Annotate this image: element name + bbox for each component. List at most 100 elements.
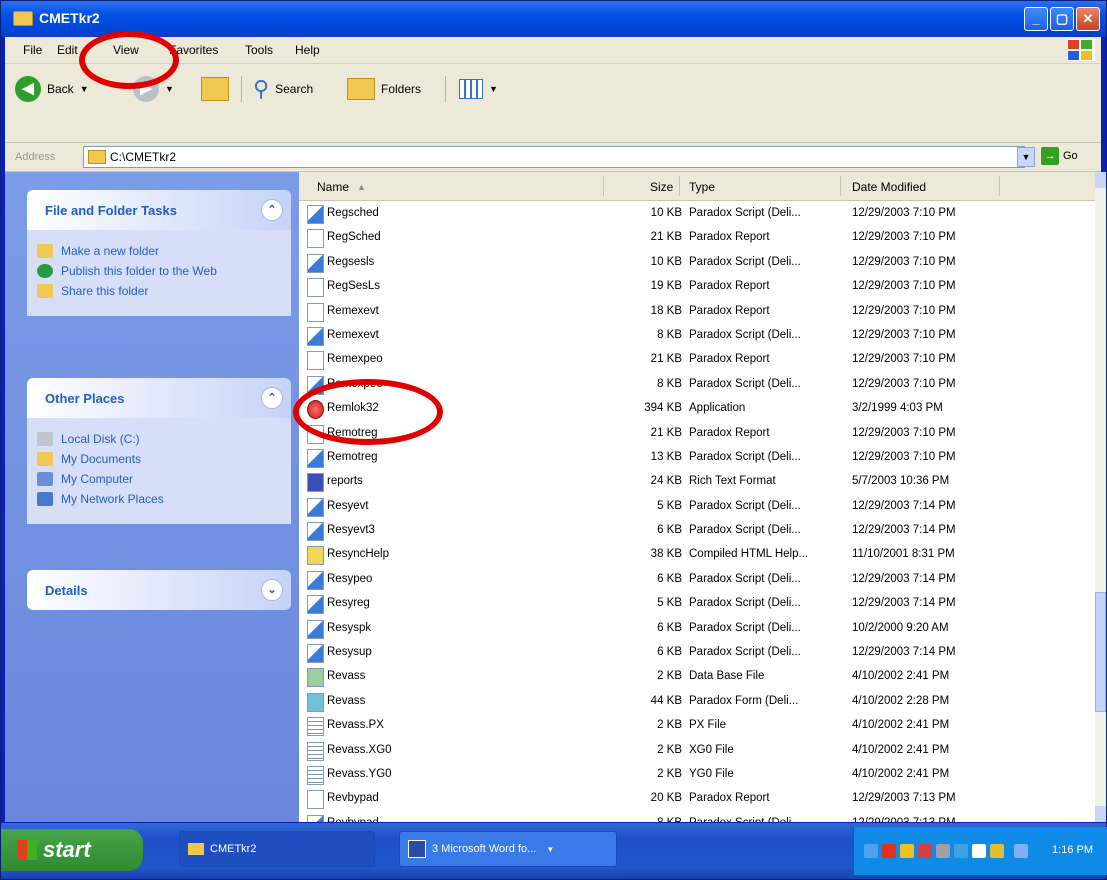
file-row[interactable]: Resysup 6 KB Paradox Script (Deli... 12/29/… — [299, 641, 1095, 665]
back-button[interactable]: ◀ Back ▼ — [15, 74, 89, 104]
file-type: Paradox Script (Deli... — [689, 499, 801, 512]
close-button[interactable]: ✕ — [1076, 7, 1100, 31]
file-row[interactable]: Resyevt 5 KB Paradox Script (Deli... 12/29/… — [299, 495, 1095, 519]
file-type: Paradox Script (Deli... — [689, 817, 801, 822]
file-row[interactable]: Revass.XG0 2 KB XG0 File 4/10/2002 2:41 PM — [299, 739, 1095, 763]
vertical-scrollbar[interactable] — [1095, 172, 1106, 822]
minimize-button[interactable]: _ — [1024, 7, 1048, 31]
file-row[interactable]: Remexevt 18 KB Paradox Report 12/29/2003 7:… — [299, 300, 1095, 324]
file-row[interactable]: Resyevt3 6 KB Paradox Script (Deli... 12/29… — [299, 519, 1095, 543]
file-row[interactable]: Regsched 10 KB Paradox Script (Deli... 12/2… — [299, 202, 1095, 226]
views-button[interactable]: ▼ — [459, 74, 498, 104]
title-bar[interactable]: CMETkr2 _ ▢ ✕ — [1, 1, 1106, 37]
column-header-date[interactable]: Date Modified — [852, 180, 926, 194]
up-folder-button[interactable] — [201, 74, 229, 104]
file-row[interactable]: Remotreg 13 KB Paradox Script (Deli... 12/2… — [299, 446, 1095, 470]
file-type: PX File — [689, 719, 727, 732]
file-type: Paradox Report — [689, 353, 770, 366]
column-header-size[interactable]: Size — [650, 180, 673, 194]
folders-button[interactable]: Folders — [347, 74, 421, 104]
file-row[interactable]: Revbypad 20 KB Paradox Report 12/29/2003 7:… — [299, 787, 1095, 811]
volume-icon[interactable] — [1014, 844, 1028, 858]
address-dropdown-button[interactable]: ▼ — [1017, 147, 1035, 167]
tray-app-icon[interactable] — [936, 844, 950, 858]
expand-icon[interactable]: ⌄ — [261, 579, 283, 601]
report-file-icon — [307, 278, 324, 298]
file-row[interactable]: Remexevt 8 KB Paradox Script (Deli... 12/29… — [299, 324, 1095, 348]
file-date: 4/10/2002 2:41 PM — [852, 743, 950, 756]
search-button[interactable]: ⚲ Search — [253, 74, 313, 104]
column-header-name[interactable]: Name — [317, 180, 349, 194]
taskbar-button-explorer[interactable]: CMETkr2 — [179, 831, 375, 867]
clock[interactable]: 1:16 PM — [1052, 844, 1093, 856]
file-row[interactable]: Revass 2 KB Data Base File 4/10/2002 2:41 P… — [299, 665, 1095, 689]
scroll-down-button[interactable] — [1095, 806, 1106, 822]
scroll-up-button[interactable] — [1095, 172, 1106, 188]
menu-help[interactable]: Help — [295, 43, 320, 57]
file-row[interactable]: Revass.PX 2 KB PX File 4/10/2002 2:41 PM — [299, 714, 1095, 738]
column-divider[interactable] — [840, 176, 841, 196]
scroll-thumb[interactable] — [1095, 592, 1106, 712]
menu-edit[interactable]: Edit — [57, 43, 78, 57]
panel-header[interactable]: Other Places ⌃ — [27, 378, 291, 418]
file-date: 12/29/2003 7:10 PM — [852, 207, 956, 219]
file-row[interactable]: Revass 44 KB Paradox Form (Deli... 4/10/200… — [299, 690, 1095, 714]
column-divider[interactable] — [999, 176, 1000, 196]
file-row[interactable]: Resyspk 6 KB Paradox Script (Deli... 10/2/2… — [299, 617, 1095, 641]
script-file-icon — [307, 522, 324, 542]
file-row[interactable]: RegSesLs 19 KB Paradox Report 12/29/2003 7:… — [299, 275, 1095, 299]
place-local-disk[interactable]: Local Disk (C:) — [37, 432, 281, 446]
menu-tools[interactable]: Tools — [245, 43, 273, 57]
task-share-folder[interactable]: Share this folder — [37, 284, 281, 298]
file-row[interactable]: Resyreg 5 KB Paradox Script (Deli... 12/29/… — [299, 592, 1095, 616]
start-button[interactable]: start — [1, 829, 143, 871]
file-date: 12/29/2003 7:14 PM — [852, 646, 956, 659]
column-headers: Name ▲ Size Type Date Modified — [299, 172, 1095, 201]
menu-file[interactable]: File — [23, 43, 42, 57]
column-divider[interactable] — [603, 176, 604, 196]
collapse-icon[interactable]: ⌃ — [261, 387, 283, 409]
tray-app-icon[interactable] — [990, 844, 1004, 858]
file-size: 2 KB — [657, 767, 682, 780]
file-row[interactable]: RegSched 21 KB Paradox Report 12/29/2003 7:… — [299, 226, 1095, 250]
file-row[interactable]: reports 24 KB Rich Text Format 5/7/2003 10:… — [299, 470, 1095, 494]
column-header-type[interactable]: Type — [689, 180, 715, 194]
tray-arrow-icon[interactable] — [864, 844, 878, 858]
place-my-network[interactable]: My Network Places — [37, 492, 281, 506]
address-label: Address — [15, 151, 56, 163]
task-make-new-folder[interactable]: Make a new folder — [37, 244, 281, 258]
collapse-icon[interactable]: ⌃ — [261, 199, 283, 221]
antivirus-icon[interactable] — [882, 844, 896, 858]
go-button[interactable]: → Go — [1041, 147, 1078, 165]
column-divider[interactable] — [679, 176, 680, 196]
taskbar-button-word[interactable]: 3 Microsoft Word fo... ▼ — [399, 831, 617, 867]
place-my-computer[interactable]: My Computer — [37, 472, 281, 486]
file-name: Resyevt — [327, 499, 369, 512]
address-field[interactable]: C:\CMETkr2 — [83, 146, 1025, 168]
file-name: RegSesLs — [327, 280, 381, 293]
dropdown-arrow-icon: ▼ — [79, 84, 89, 94]
file-row[interactable]: Regsesls 10 KB Paradox Script (Deli... 12/2… — [299, 251, 1095, 275]
script-file-icon — [307, 619, 324, 639]
panel-header[interactable]: File and Folder Tasks ⌃ — [27, 190, 291, 230]
file-size: 8 KB — [657, 328, 682, 341]
place-my-documents[interactable]: My Documents — [37, 452, 281, 466]
script-file-icon — [307, 570, 324, 590]
file-date: 12/29/2003 7:10 PM — [852, 353, 956, 366]
network-icon[interactable] — [954, 844, 968, 858]
panel-header[interactable]: Details ⌄ — [27, 570, 291, 610]
panel-title: File and Folder Tasks — [45, 203, 177, 218]
file-row[interactable]: ResyncHelp 38 KB Compiled HTML Help... 11/1… — [299, 543, 1095, 567]
file-row[interactable]: Revbypad 8 KB Paradox Script (Deli... 12/29… — [299, 812, 1095, 822]
tray-app-icon[interactable] — [918, 844, 932, 858]
tray-app-icon[interactable] — [900, 844, 914, 858]
place-label: Local Disk (C:) — [61, 432, 140, 446]
task-publish-folder[interactable]: Publish this folder to the Web — [37, 264, 281, 278]
file-row[interactable]: Resypeo 6 KB Paradox Script (Deli... 12/29/… — [299, 568, 1095, 592]
file-row[interactable]: Remexpeo 21 KB Paradox Report 12/29/2003 7:… — [299, 348, 1095, 372]
place-label: My Computer — [61, 472, 134, 486]
tray-app-icon[interactable] — [972, 844, 986, 858]
maximize-button[interactable]: ▢ — [1050, 7, 1074, 31]
file-row[interactable]: Revass.YG0 2 KB YG0 File 4/10/2002 2:41 PM — [299, 763, 1095, 787]
file-date: 4/10/2002 2:41 PM — [852, 670, 950, 683]
